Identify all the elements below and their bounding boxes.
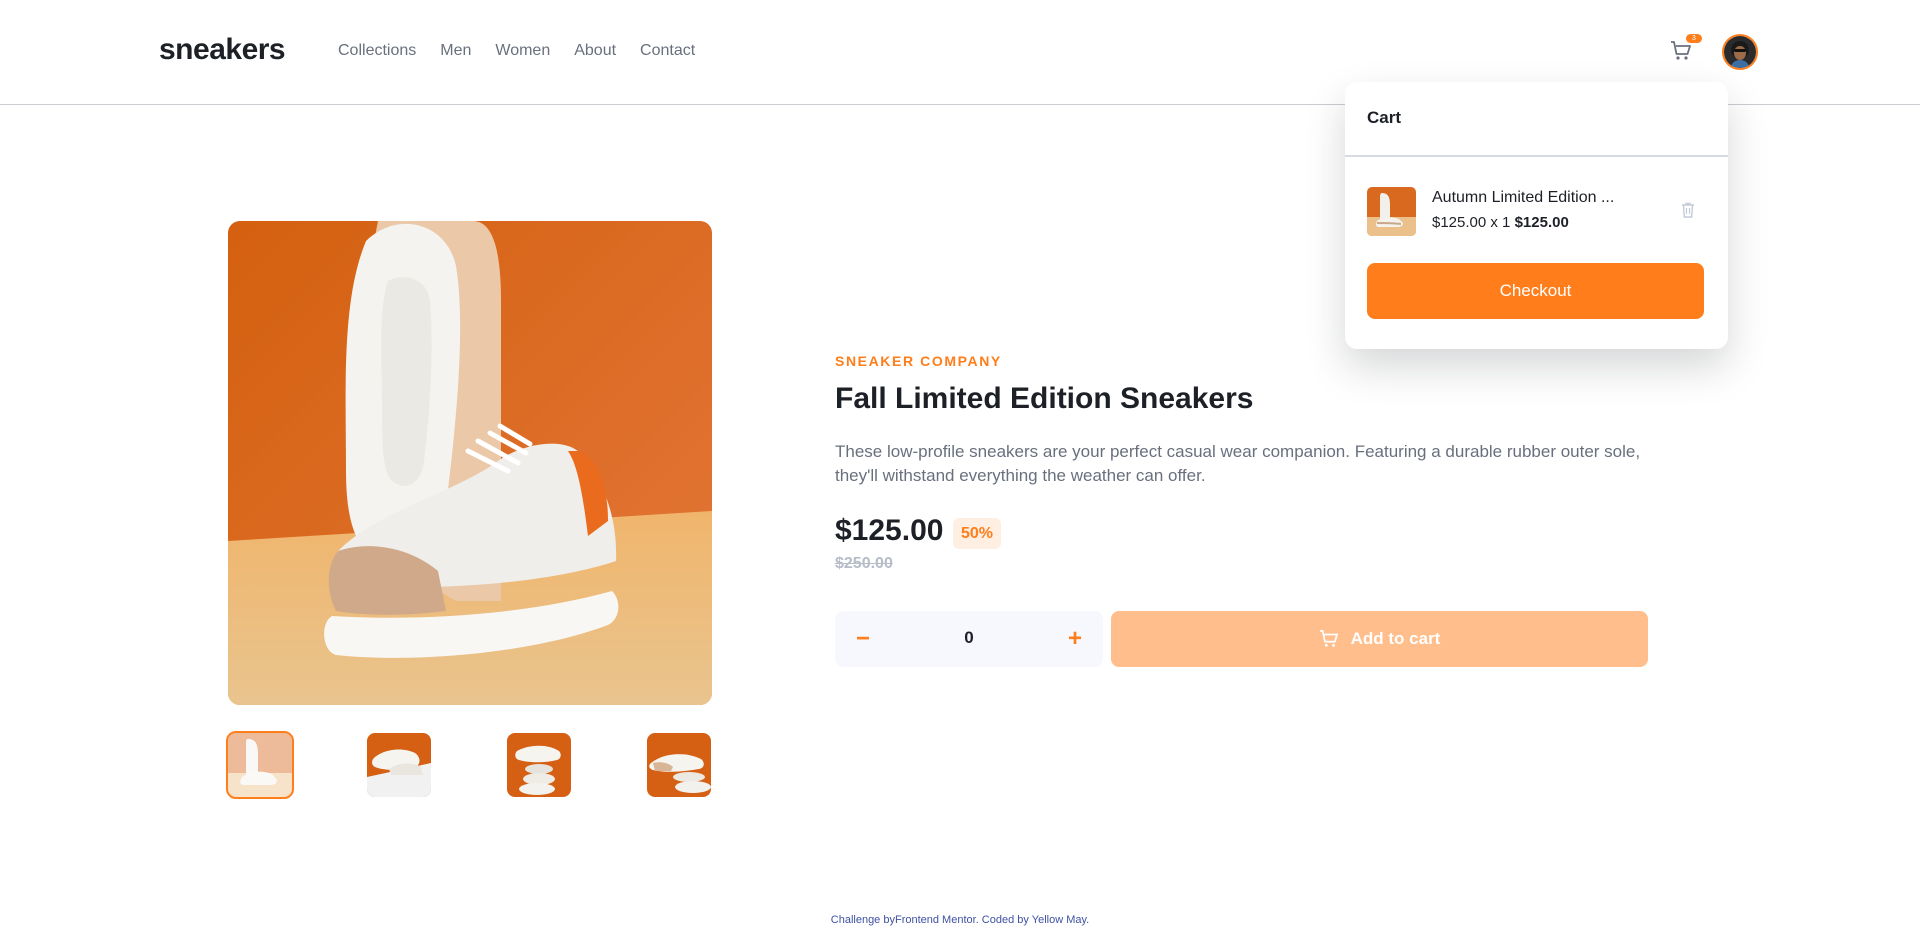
cart-count-badge: 3 bbox=[1686, 34, 1702, 43]
product-main-image[interactable] bbox=[228, 221, 712, 705]
minus-icon: − bbox=[855, 625, 870, 652]
cart-item-price: $125.00 x 1 $125.00 bbox=[1432, 214, 1569, 231]
main-nav: Collections Men Women About Contact bbox=[338, 42, 719, 60]
cart-item-thumbnail bbox=[1367, 187, 1416, 236]
delete-item-button[interactable] bbox=[1681, 202, 1697, 220]
nav-men[interactable]: Men bbox=[440, 42, 471, 60]
thumbnail-1[interactable] bbox=[226, 731, 294, 799]
cart-icon bbox=[1671, 41, 1691, 60]
plus-icon: + bbox=[1067, 625, 1082, 652]
trash-icon bbox=[1682, 202, 1694, 218]
add-to-cart-label: Add to cart bbox=[1350, 629, 1441, 648]
avatar-image bbox=[1724, 36, 1756, 68]
cart-button[interactable]: 3 bbox=[1670, 34, 1702, 64]
cart-dropdown: Cart Autumn Limited Edition ... $125.00 … bbox=[1345, 82, 1728, 349]
quantity-stepper: − 0 + bbox=[835, 611, 1103, 667]
cart-item-name: Autumn Limited Edition ... bbox=[1432, 189, 1615, 206]
thumbnail-3[interactable] bbox=[507, 733, 571, 797]
cart-item-unit-price: $125.00 x 1 bbox=[1432, 214, 1511, 231]
add-to-cart-content: Add to cart bbox=[1111, 629, 1648, 649]
cart-divider bbox=[1345, 155, 1728, 157]
thumbnail-2[interactable] bbox=[367, 733, 431, 797]
logo[interactable]: sneakers bbox=[159, 33, 286, 67]
nav-women[interactable]: Women bbox=[495, 42, 550, 60]
increase-quantity-button[interactable]: + bbox=[1047, 611, 1103, 667]
cart-item-total: $125.00 bbox=[1514, 214, 1569, 231]
original-price: $250.00 bbox=[835, 555, 893, 572]
nav-about[interactable]: About bbox=[574, 42, 616, 60]
add-to-cart-button[interactable]: Add to cart bbox=[1111, 611, 1648, 667]
thumbnail-4[interactable] bbox=[647, 733, 711, 797]
current-price: $125.00 bbox=[835, 514, 944, 547]
nav-collections[interactable]: Collections bbox=[338, 42, 416, 60]
product-title: Fall Limited Edition Sneakers bbox=[835, 382, 1254, 415]
cart-icon bbox=[1319, 630, 1338, 647]
product-description: These low-profile sneakers are your perf… bbox=[835, 442, 1641, 485]
company-name: SNEAKER COMPANY bbox=[835, 353, 1002, 369]
quantity-value: 0 bbox=[964, 628, 974, 647]
discount-badge: 50% bbox=[953, 518, 1001, 549]
decrease-quantity-button[interactable]: − bbox=[835, 611, 891, 667]
cart-title: Cart bbox=[1367, 108, 1402, 127]
avatar[interactable] bbox=[1722, 34, 1758, 70]
nav-contact[interactable]: Contact bbox=[640, 42, 695, 60]
footer-credit: Challenge byFrontend Mentor. Coded by Ye… bbox=[830, 914, 1090, 926]
checkout-button[interactable]: Checkout bbox=[1367, 263, 1704, 319]
